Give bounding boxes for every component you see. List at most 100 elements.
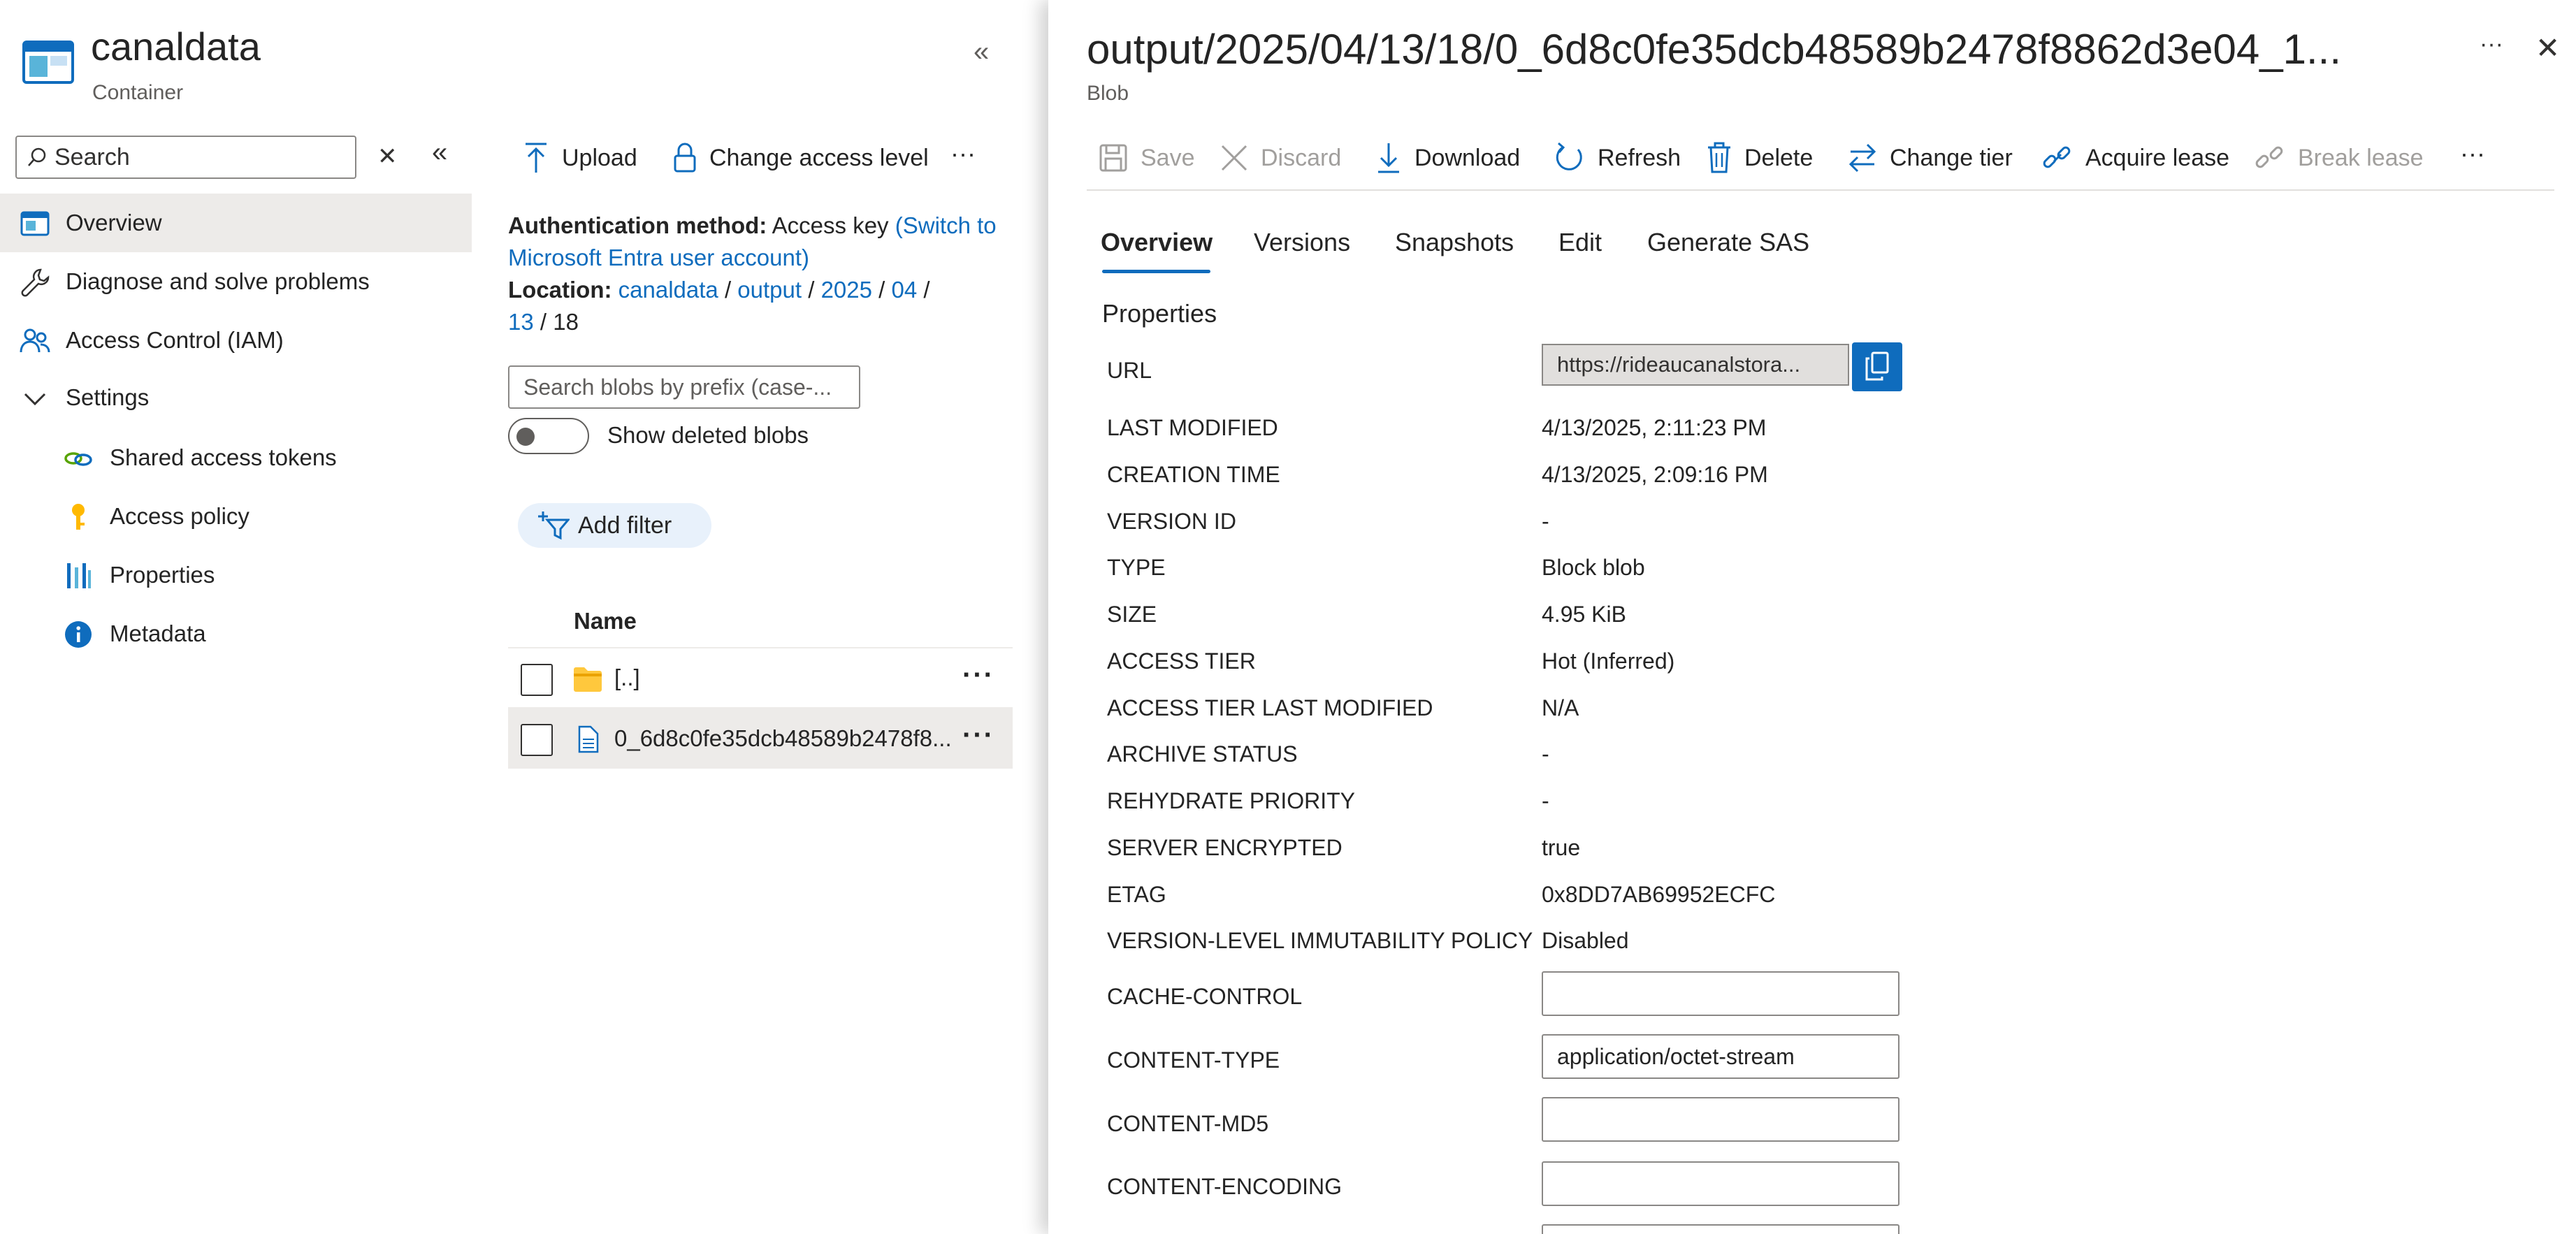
switch-auth-link[interactable]: Microsoft Entra user account) xyxy=(508,242,809,274)
tab-versions[interactable]: Versions xyxy=(1254,228,1350,257)
menu-search-input[interactable]: Search xyxy=(15,136,356,179)
nav-shared-access-tokens[interactable]: Shared access tokens xyxy=(0,428,472,487)
nav-access-policy[interactable]: Access policy xyxy=(0,487,472,546)
row-more-button[interactable]: ··· xyxy=(962,660,994,691)
show-deleted-label: Show deleted blobs xyxy=(607,422,809,448)
collapse-blade-icon[interactable]: « xyxy=(974,36,989,68)
blob-toolbar-more-button[interactable]: ··· xyxy=(2460,133,2485,175)
nav-settings-group[interactable]: Settings xyxy=(0,368,472,427)
archive-status-label: ARCHIVE STATUS xyxy=(1107,741,1298,767)
next-property-input[interactable] xyxy=(1542,1224,1900,1234)
blob-prefix-search-input[interactable]: Search blobs by prefix (case-... xyxy=(508,365,860,409)
version-id-label: VERSION ID xyxy=(1107,509,1236,534)
collapse-menu-icon[interactable]: « xyxy=(432,137,447,168)
properties-icon xyxy=(67,563,91,588)
row-checkbox[interactable] xyxy=(521,664,553,696)
copy-url-button[interactable] xyxy=(1852,342,1902,391)
toggle-knob xyxy=(516,428,535,446)
url-field[interactable]: https://rideaucanalstora... xyxy=(1542,344,1849,386)
nav-iam[interactable]: Access Control (IAM) xyxy=(0,311,472,370)
auth-method-line: Authentication method: Access key (Switc… xyxy=(508,210,997,242)
refresh-icon xyxy=(1556,142,1582,170)
row-more-button[interactable]: ··· xyxy=(962,720,994,751)
refresh-button[interactable]: Refresh xyxy=(1553,137,1681,179)
breadcrumb-separator: / xyxy=(724,277,732,303)
active-tab-indicator xyxy=(1102,270,1210,273)
discard-button[interactable]: Discard xyxy=(1220,137,1341,179)
add-filter-label: Add filter xyxy=(578,511,672,539)
blade-more-button[interactable]: ··· xyxy=(2480,31,2503,58)
nav-diagnose-label: Diagnose and solve problems xyxy=(66,268,370,294)
add-filter-button[interactable]: Add filter xyxy=(518,503,711,548)
content-encoding-label: CONTENT-ENCODING xyxy=(1107,1174,1342,1199)
tab-generate-sas[interactable]: Generate SAS xyxy=(1647,228,1809,257)
server-encrypted-value: true xyxy=(1542,835,1581,860)
delete-button[interactable]: Delete xyxy=(1707,137,1813,179)
discard-icon xyxy=(1221,145,1247,171)
breadcrumb-04[interactable]: 04 xyxy=(892,277,918,303)
immutability-policy-value: Disabled xyxy=(1542,928,1629,953)
save-icon xyxy=(1099,144,1127,172)
access-tier-value: Hot (Inferred) xyxy=(1542,648,1675,674)
table-row[interactable]: 0_6d8c0fe35dcb48589b2478f8... ··· xyxy=(508,709,1013,769)
tab-overview[interactable]: Overview xyxy=(1101,228,1213,257)
row-checkbox[interactable] xyxy=(521,724,553,756)
folder-icon xyxy=(574,667,602,692)
clear-search-icon[interactable]: ✕ xyxy=(377,143,398,170)
download-icon xyxy=(1378,143,1399,173)
nav-metadata[interactable]: Metadata xyxy=(0,604,472,663)
nav-overview-label: Overview xyxy=(66,210,162,235)
name-column-header[interactable]: Name xyxy=(508,595,1013,648)
download-button[interactable]: Download xyxy=(1375,137,1520,179)
save-label: Save xyxy=(1141,144,1195,171)
table-row[interactable]: [..] ··· xyxy=(508,648,1013,709)
content-encoding-input[interactable] xyxy=(1542,1161,1900,1206)
switch-auth-link-part1[interactable]: (Switch to xyxy=(895,212,997,238)
version-id-value: - xyxy=(1542,509,1549,534)
break-lease-label: Break lease xyxy=(2298,144,2424,171)
access-tier-label: ACCESS TIER xyxy=(1107,648,1256,674)
location-label: Location: xyxy=(508,277,612,303)
refresh-label: Refresh xyxy=(1598,144,1681,171)
content-md5-input[interactable] xyxy=(1542,1097,1900,1142)
change-tier-button[interactable]: Change tier xyxy=(1848,137,2013,179)
row-name[interactable]: [..] xyxy=(614,665,640,691)
content-type-input[interactable]: application/octet-stream xyxy=(1542,1034,1900,1079)
break-lease-icon xyxy=(2255,146,2283,168)
close-icon[interactable]: ✕ xyxy=(2535,31,2560,65)
access-tier-last-modified-label: ACCESS TIER LAST MODIFIED xyxy=(1107,695,1433,720)
save-button[interactable]: Save xyxy=(1099,137,1195,179)
blob-subtitle: Blob xyxy=(1087,82,1129,105)
row-name[interactable]: 0_6d8c0fe35dcb48589b2478f8... xyxy=(614,725,952,752)
nav-overview[interactable]: Overview xyxy=(0,194,472,252)
document-icon xyxy=(578,725,599,753)
breadcrumb-output[interactable]: output xyxy=(737,277,802,303)
immutability-policy-label: VERSION-LEVEL IMMUTABILITY POLICY xyxy=(1107,928,1533,953)
nav-diagnose[interactable]: Diagnose and solve problems xyxy=(0,252,472,311)
content-md5-label: CONTENT-MD5 xyxy=(1107,1111,1269,1136)
break-lease-button[interactable]: Break lease xyxy=(2255,137,2424,179)
breadcrumb-13[interactable]: 13 xyxy=(508,309,534,335)
blob-prefix-placeholder: Search blobs by prefix (case-... xyxy=(523,374,832,400)
list-toolbar-more-button[interactable]: ··· xyxy=(950,133,976,175)
creation-time-label: CREATION TIME xyxy=(1107,462,1280,487)
info-icon xyxy=(65,621,92,648)
show-deleted-toggle[interactable] xyxy=(508,418,589,454)
blob-blade: output/2025/04/13/18/0_6d8c0fe35dcb48589… xyxy=(1048,0,2576,1234)
nav-properties[interactable]: Properties xyxy=(0,546,472,604)
breadcrumb-canaldata[interactable]: canaldata xyxy=(618,277,718,303)
tab-snapshots[interactable]: Snapshots xyxy=(1395,228,1514,257)
nav-sas-label: Shared access tokens xyxy=(110,444,337,470)
container-title: canaldata xyxy=(91,24,261,68)
breadcrumb-2025[interactable]: 2025 xyxy=(821,277,872,303)
auth-method-label: Authentication method: xyxy=(508,212,767,238)
change-access-level-button[interactable]: Change access level xyxy=(673,137,929,179)
upload-button[interactable]: Upload xyxy=(523,137,637,179)
upload-label: Upload xyxy=(562,144,637,171)
breadcrumb-separator: / xyxy=(808,277,815,303)
tab-edit[interactable]: Edit xyxy=(1558,228,1602,257)
cache-control-input[interactable] xyxy=(1542,971,1900,1016)
breadcrumb-separator: / xyxy=(878,277,885,303)
more-icon: ··· xyxy=(950,139,976,168)
acquire-lease-button[interactable]: Acquire lease xyxy=(2042,137,2229,179)
